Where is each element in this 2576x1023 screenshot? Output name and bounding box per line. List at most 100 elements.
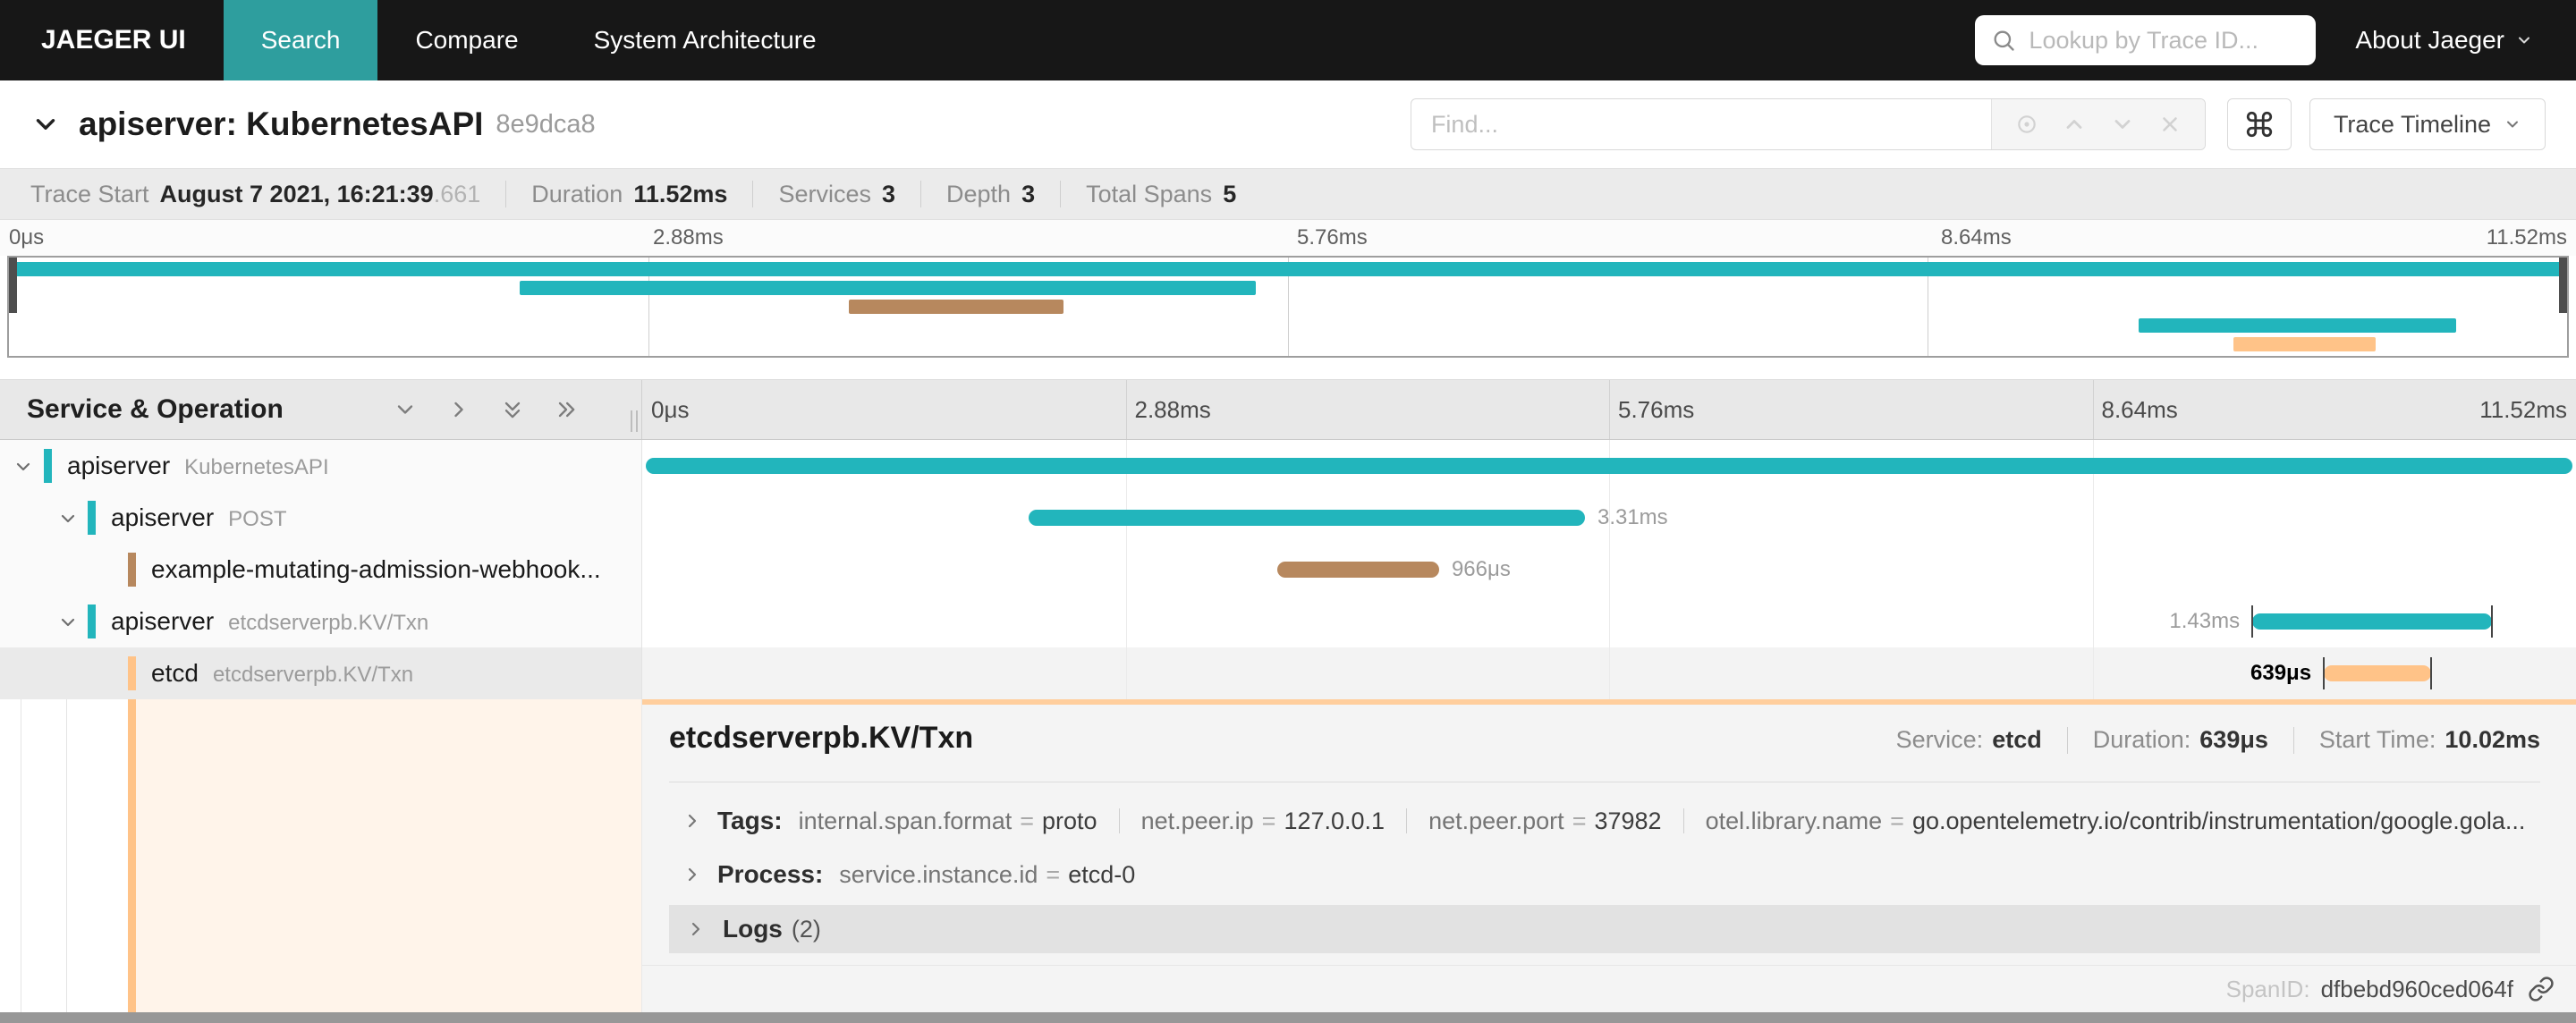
span-table-header: Service & Operation 0μs 2.88ms 5.76ms 8.64m… xyxy=(0,379,2576,440)
spanid-label: SpanID: xyxy=(2225,975,2310,1002)
span-row[interactable]: apiserver POST 3.31ms xyxy=(0,492,2576,544)
nav-tab-compare[interactable]: Compare xyxy=(377,0,555,80)
span-row[interactable]: apiserver KubernetesAPI xyxy=(0,440,2576,492)
summary-item-label: Depth xyxy=(946,180,1012,207)
span-name-wrap: apiserver KubernetesAPI xyxy=(67,440,329,492)
chevron-down-icon[interactable] xyxy=(57,508,79,529)
span-bar[interactable] xyxy=(2324,665,2432,681)
timeline-tick: 5.76ms xyxy=(1297,225,1368,249)
find-field[interactable] xyxy=(1411,99,1991,149)
expand-all-double-chevron-right-icon[interactable] xyxy=(554,397,579,422)
timeline-tick: 0μs xyxy=(651,396,690,423)
trace-header: apiserver: KubernetesAPI 8e9dca8 Find...… xyxy=(0,80,2576,168)
span-color-bar xyxy=(44,449,52,483)
find-box xyxy=(1410,98,2206,150)
summary-item-label: Total Spans xyxy=(1086,180,1213,207)
span-timeline-cell[interactable]: 639μs xyxy=(642,647,2576,699)
detail-meta-value: 639μs xyxy=(2199,726,2268,753)
detail-meta-label: Service: xyxy=(1895,726,1984,753)
span-timeline-cell[interactable]: 966μs xyxy=(642,544,2576,596)
tags-section-toggle[interactable]: Tags: internal.span.format = proto net.peer… xyxy=(682,801,2540,841)
process-section-label: Process: xyxy=(717,860,824,888)
trace-id-lookup-input[interactable] xyxy=(2027,25,2301,55)
span-name-cell[interactable]: apiserver etcdserverpb.KV/Txn xyxy=(0,596,642,647)
copy-link-icon[interactable] xyxy=(2528,976,2555,1002)
about-jaeger-menu[interactable]: About Jaeger xyxy=(2355,26,2533,55)
trace-view-selector[interactable]: Trace Timeline xyxy=(2309,98,2546,150)
span-timeline-cell[interactable] xyxy=(642,440,2576,492)
minimap-span-bar xyxy=(2139,318,2456,333)
trace-id-lookup[interactable] xyxy=(1975,15,2317,65)
collapse-trace-chevron-icon[interactable] xyxy=(30,109,61,140)
bottom-scroll-edge[interactable] xyxy=(0,1012,2576,1023)
process-items: service.instance.id = etcd-0 xyxy=(839,861,1135,889)
tag-value: 127.0.0.1 xyxy=(1284,807,1385,834)
clear-find-close-icon[interactable] xyxy=(2158,113,2182,136)
prev-match-chevron-up-icon[interactable] xyxy=(2062,112,2087,137)
chevron-down-icon[interactable] xyxy=(57,612,79,633)
span-service-name: example-mutating-admission-webhook... xyxy=(151,555,601,583)
app-brand[interactable]: JAEGER UI xyxy=(0,25,224,55)
focus-match-icon[interactable] xyxy=(2015,113,2038,136)
span-detail-content: etcdserverpb.KV/Txn Service: etcd Duration… xyxy=(642,699,2576,1012)
summary-item-value: 3 xyxy=(881,180,895,207)
span-color-bar xyxy=(88,501,96,535)
chevron-down-icon[interactable] xyxy=(13,456,34,478)
spanid-value: dfbebd960ced064f xyxy=(2320,975,2513,1002)
summary-item-suffix: .661 xyxy=(433,180,481,207)
span-row[interactable]: example-mutating-admission-webhook... 966… xyxy=(0,544,2576,596)
nav-tab-system-architecture[interactable]: System Architecture xyxy=(556,0,854,80)
span-timeline-cell[interactable]: 3.31ms xyxy=(642,492,2576,544)
span-bar[interactable] xyxy=(1277,562,1439,578)
summary-item: Total Spans 5 xyxy=(1086,181,1236,208)
span-service-name: apiserver xyxy=(111,607,215,635)
meta-separator xyxy=(2066,726,2068,754)
span-bar-end-tick xyxy=(2430,657,2433,689)
span-bar[interactable] xyxy=(646,458,2572,474)
equals-sign: = xyxy=(1046,860,1061,888)
span-name-cell[interactable]: example-mutating-admission-webhook... xyxy=(0,544,642,596)
timeline-tick: 2.88ms xyxy=(653,225,724,249)
find-input[interactable] xyxy=(1428,109,1991,140)
next-match-chevron-down-icon[interactable] xyxy=(2110,112,2135,137)
timeline-minimap[interactable] xyxy=(7,256,2569,358)
span-color-bar xyxy=(88,604,96,638)
nav-tab-search[interactable]: Search xyxy=(223,0,378,80)
span-name-cell[interactable]: etcd etcdserverpb.KV/Txn xyxy=(0,647,642,699)
column-resizer-handle[interactable] xyxy=(631,410,638,432)
command-icon xyxy=(2244,109,2275,140)
equals-sign: = xyxy=(1890,807,1904,834)
span-name-wrap: apiserver POST xyxy=(111,492,287,544)
tag-separator xyxy=(1118,808,1120,833)
minimap-drag-handle-right[interactable] xyxy=(2559,258,2567,313)
logs-section-toggle[interactable]: Logs (2) xyxy=(669,905,2540,953)
summary-item: Depth 3 xyxy=(946,181,1035,208)
minimap-drag-handle-left[interactable] xyxy=(9,258,17,313)
span-name-wrap: apiserver etcdserverpb.KV/Txn xyxy=(111,596,428,647)
detail-meta-item: Service: etcd xyxy=(1896,726,2042,754)
minimap-span-bar xyxy=(13,262,2563,276)
span-name-wrap: etcd etcdserverpb.KV/Txn xyxy=(151,647,413,699)
summary-separator xyxy=(1060,181,1062,207)
span-name-cell[interactable]: apiserver POST xyxy=(0,492,642,544)
keyboard-shortcuts-button[interactable] xyxy=(2226,98,2292,150)
tag-value: 37982 xyxy=(1594,807,1662,834)
summary-item: Services 3 xyxy=(778,181,895,208)
collapse-one-chevron-down-icon[interactable] xyxy=(393,397,418,422)
detail-meta-item: Duration: 639μs xyxy=(2093,726,2268,754)
service-operation-header: Service & Operation xyxy=(0,380,642,439)
span-bar[interactable] xyxy=(1028,510,1585,526)
summary-item-value: August 7 2021, 16:21:39 xyxy=(159,180,434,207)
span-row[interactable]: apiserver etcdserverpb.KV/Txn 1.43ms xyxy=(0,596,2576,647)
timeline-gridline xyxy=(2092,596,2094,647)
collapse-all-double-chevron-down-icon[interactable] xyxy=(500,397,525,422)
expand-one-chevron-right-icon[interactable] xyxy=(446,397,471,422)
process-item: service.instance.id = etcd-0 xyxy=(839,861,1135,889)
span-color-bar xyxy=(128,656,136,690)
trace-summary-bar: Trace Start August 7 2021, 16:21:39.661 Du… xyxy=(0,168,2576,220)
process-section-toggle[interactable]: Process: service.instance.id = etcd-0 xyxy=(682,855,2540,894)
span-bar[interactable] xyxy=(2252,613,2493,630)
span-row[interactable]: etcd etcdserverpb.KV/Txn 639μs xyxy=(0,647,2576,699)
span-name-cell[interactable]: apiserver KubernetesAPI xyxy=(0,440,642,492)
span-timeline-cell[interactable]: 1.43ms xyxy=(642,596,2576,647)
